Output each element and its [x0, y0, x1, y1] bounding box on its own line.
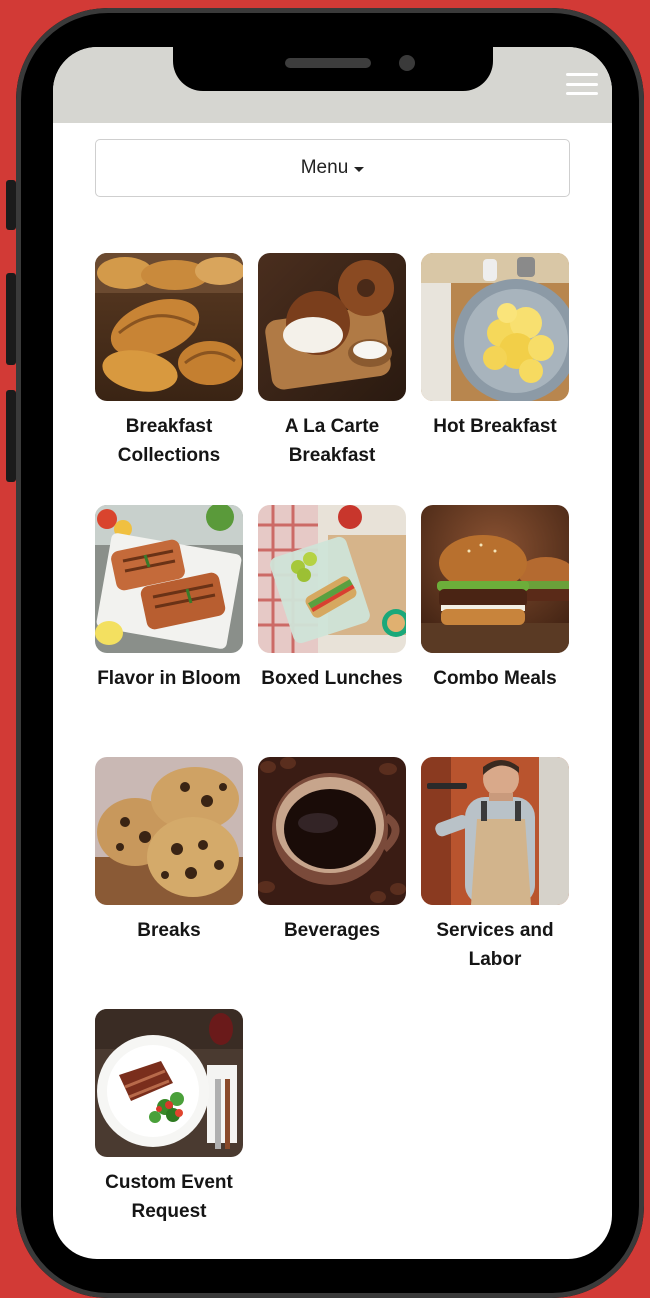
category-tile-a-la-carte-breakfast[interactable]: A La Carte Breakfast [258, 253, 406, 477]
category-label: Breakfast Collections [117, 416, 221, 466]
category-label: Services and Labor [436, 920, 554, 970]
category-tile-custom-event-request[interactable]: Custom Event Request [95, 1009, 243, 1233]
camera-icon [399, 55, 415, 71]
category-tile-breakfast-collections[interactable]: Breakfast Collections [95, 253, 243, 477]
category-label: Boxed Lunches [261, 668, 403, 689]
category-tile-boxed-lunches[interactable]: Boxed Lunches [258, 505, 406, 729]
steak-plate-image [95, 1009, 243, 1157]
phone-volume-up-button [6, 273, 16, 365]
category-tile-hot-breakfast[interactable]: Hot Breakfast [421, 253, 569, 477]
category-tile-beverages[interactable]: Beverages [258, 757, 406, 981]
croissants-image [95, 253, 243, 401]
speaker-grille [285, 58, 371, 68]
category-label: Combo Meals [433, 668, 557, 689]
menu-button-label: Menu [300, 157, 349, 178]
category-label: Breaks [137, 920, 201, 941]
category-label: Flavor in Bloom [97, 668, 241, 689]
category-tile-services-and-labor[interactable]: Services and Labor [421, 757, 569, 981]
category-tile-combo-meals[interactable]: Combo Meals [421, 505, 569, 729]
phone-notch [173, 41, 493, 91]
scrambled-eggs-image [421, 253, 569, 401]
category-label: Beverages [283, 920, 381, 941]
category-tile-breaks[interactable]: Breaks [95, 757, 243, 981]
category-label: A La Carte Breakfast [284, 416, 380, 466]
category-label: Custom Event Request [105, 1172, 233, 1222]
menu-dropdown-button[interactable]: Menu [95, 139, 570, 197]
sandwich-box-image [258, 505, 406, 653]
category-tile-flavor-in-bloom[interactable]: Flavor in Bloom [95, 505, 243, 729]
category-label: Hot Breakfast [433, 416, 557, 437]
phone-side-button [6, 180, 16, 230]
cookies-image [95, 757, 243, 905]
phone-volume-down-button [6, 390, 16, 482]
coffee-cup-image [258, 757, 406, 905]
hamburger-icon[interactable] [566, 73, 598, 95]
caret-down-icon [354, 166, 365, 172]
waiter-image [421, 757, 569, 905]
bagels-image [258, 253, 406, 401]
grilled-salmon-image [95, 505, 243, 653]
burgers-image [421, 505, 569, 653]
category-grid: Breakfast Collections A La Carte Breakfa… [95, 253, 569, 1233]
phone-screen: Menu Breakfast Collections A La Carte Br… [53, 47, 612, 1259]
